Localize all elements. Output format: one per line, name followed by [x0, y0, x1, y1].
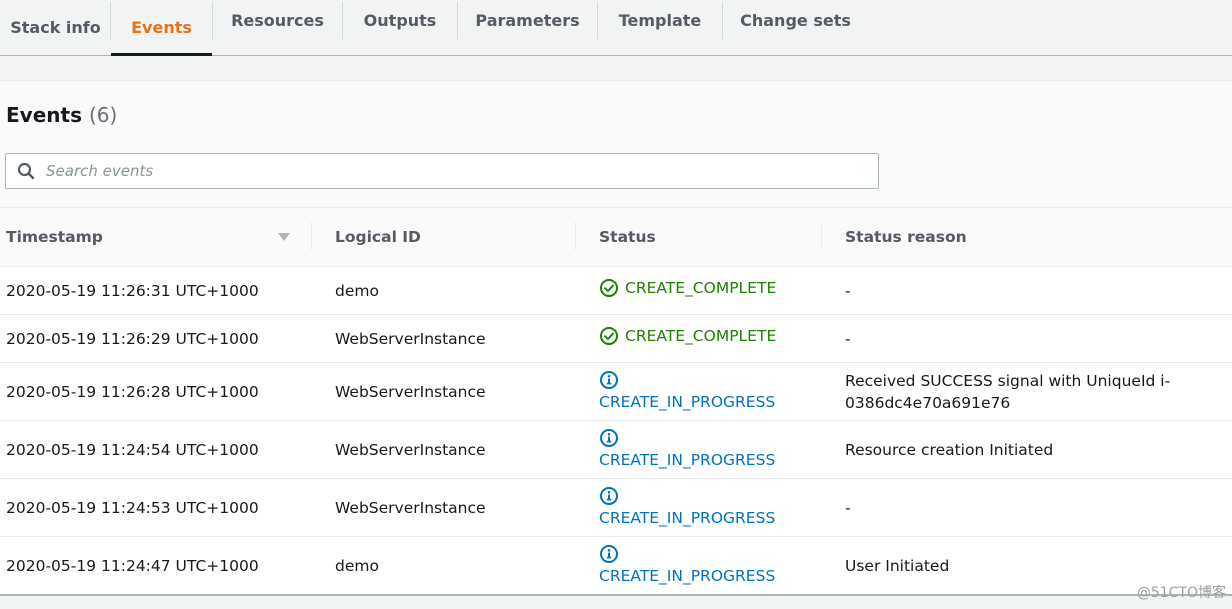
tab-outputs[interactable]: Outputs	[342, 2, 457, 39]
status-text: CREATE_COMPLETE	[625, 279, 777, 297]
info-circle-icon	[599, 428, 619, 448]
timestamp-cell: 2020-05-19 11:24:54 UTC+1000	[6, 440, 259, 459]
tab-stack-info[interactable]: Stack info	[0, 0, 111, 55]
timestamp-cell: 2020-05-19 11:24:53 UTC+1000	[6, 498, 259, 517]
logical-id-cell: WebServerInstance	[335, 329, 486, 348]
status-reason-text: Received SUCCESS signal with UniqueId i-…	[845, 371, 1171, 412]
status-reason-cell: Received SUCCESS signal with UniqueId i-…	[822, 363, 1232, 421]
tab-template[interactable]: Template	[597, 2, 722, 39]
table-row: 2020-05-19 11:24:47 UTC+1000 demo CREATE…	[0, 536, 1232, 595]
logical-id-cell: demo	[335, 281, 379, 300]
status-cell: CREATE_IN_PROGRESS	[576, 363, 822, 421]
status-cell: CREATE_IN_PROGRESS	[576, 537, 822, 595]
status-badge: CREATE_IN_PROGRESS	[599, 486, 775, 529]
check-circle-icon	[599, 278, 619, 298]
status-cell: CREATE_COMPLETE	[576, 267, 822, 315]
status-cell: CREATE_IN_PROGRESS	[576, 421, 822, 479]
tab-resources[interactable]: Resources	[212, 2, 342, 39]
timestamp-cell: 2020-05-19 11:26:29 UTC+1000	[6, 329, 259, 348]
check-circle-icon	[599, 326, 619, 346]
logical-id-cell: WebServerInstance	[335, 440, 486, 459]
status-text: CREATE_IN_PROGRESS	[599, 509, 776, 527]
events-heading: Events (6)	[6, 103, 117, 127]
events-table: Timestamp Logical ID Status Status reaso…	[0, 207, 1232, 595]
status-reason-cell: -	[845, 281, 851, 300]
status-cell: CREATE_COMPLETE	[576, 315, 822, 363]
column-header-timestamp[interactable]: Timestamp	[0, 208, 312, 267]
sort-descending-icon[interactable]	[278, 233, 290, 241]
info-circle-icon	[599, 486, 619, 506]
watermark: @51CTO博客	[1136, 585, 1226, 601]
status-text: CREATE_IN_PROGRESS	[599, 393, 776, 411]
info-circle-icon	[599, 370, 619, 390]
events-title: Events	[6, 103, 82, 127]
status-badge: CREATE_COMPLETE	[599, 277, 776, 299]
table-row: 2020-05-19 11:26:29 UTC+1000 WebServerIn…	[0, 314, 1232, 363]
status-cell: CREATE_IN_PROGRESS	[576, 479, 822, 537]
table-row: 2020-05-19 11:24:53 UTC+1000 WebServerIn…	[0, 478, 1232, 537]
status-badge: CREATE_IN_PROGRESS	[599, 544, 775, 587]
tab-label: Template	[618, 11, 702, 30]
status-reason-cell: -	[845, 329, 851, 348]
tab-label: Resources	[231, 11, 324, 30]
search-events-field[interactable]	[5, 153, 879, 189]
tab-label: Events	[131, 18, 192, 37]
column-label: Timestamp	[6, 228, 103, 246]
table-header-row: Timestamp Logical ID Status Status reaso…	[0, 207, 1232, 267]
tab-change-sets[interactable]: Change sets	[722, 2, 868, 39]
stack-tabs: Stack info Events Resources Outputs Para…	[0, 0, 1232, 56]
status-reason-cell: Resource creation Initiated	[845, 440, 1054, 459]
search-events-input[interactable]	[46, 156, 846, 186]
logical-id-cell: WebServerInstance	[335, 498, 486, 517]
logical-id-cell: demo	[335, 556, 379, 575]
events-panel: Events (6) Timestamp Logical ID Status S…	[0, 80, 1232, 595]
status-text: CREATE_IN_PROGRESS	[599, 567, 776, 585]
timestamp-cell: 2020-05-19 11:24:47 UTC+1000	[6, 556, 259, 575]
tab-label: Stack info	[10, 18, 101, 37]
events-count: (6)	[88, 103, 118, 127]
status-badge: CREATE_COMPLETE	[599, 325, 776, 347]
tab-label: Parameters	[475, 11, 580, 30]
column-label: Logical ID	[335, 228, 421, 246]
column-label: Status reason	[845, 228, 967, 246]
table-row: 2020-05-19 11:26:31 UTC+1000 demo CREATE…	[0, 266, 1232, 315]
column-label: Status	[599, 228, 656, 246]
tab-label: Change sets	[740, 11, 851, 30]
status-badge: CREATE_IN_PROGRESS	[599, 370, 775, 413]
search-icon	[6, 154, 46, 188]
column-header-logical-id[interactable]: Logical ID	[312, 208, 576, 267]
column-header-status-reason[interactable]: Status reason	[822, 208, 1232, 267]
table-row: 2020-05-19 11:24:54 UTC+1000 WebServerIn…	[0, 420, 1232, 479]
tab-parameters[interactable]: Parameters	[457, 2, 597, 39]
status-badge: CREATE_IN_PROGRESS	[599, 428, 775, 471]
tab-label: Outputs	[363, 11, 437, 30]
info-circle-icon	[599, 544, 619, 564]
panel-bottom-border	[0, 594, 1232, 609]
table-row: 2020-05-19 11:26:28 UTC+1000 WebServerIn…	[0, 362, 1232, 421]
status-text: CREATE_IN_PROGRESS	[599, 451, 776, 469]
timestamp-cell: 2020-05-19 11:26:31 UTC+1000	[6, 281, 259, 300]
logical-id-cell: WebServerInstance	[335, 382, 486, 401]
tab-events[interactable]: Events	[111, 0, 212, 56]
status-text: CREATE_COMPLETE	[625, 327, 777, 345]
status-reason-cell: -	[845, 498, 851, 517]
timestamp-cell: 2020-05-19 11:26:28 UTC+1000	[6, 382, 259, 401]
column-header-status[interactable]: Status	[576, 208, 822, 267]
